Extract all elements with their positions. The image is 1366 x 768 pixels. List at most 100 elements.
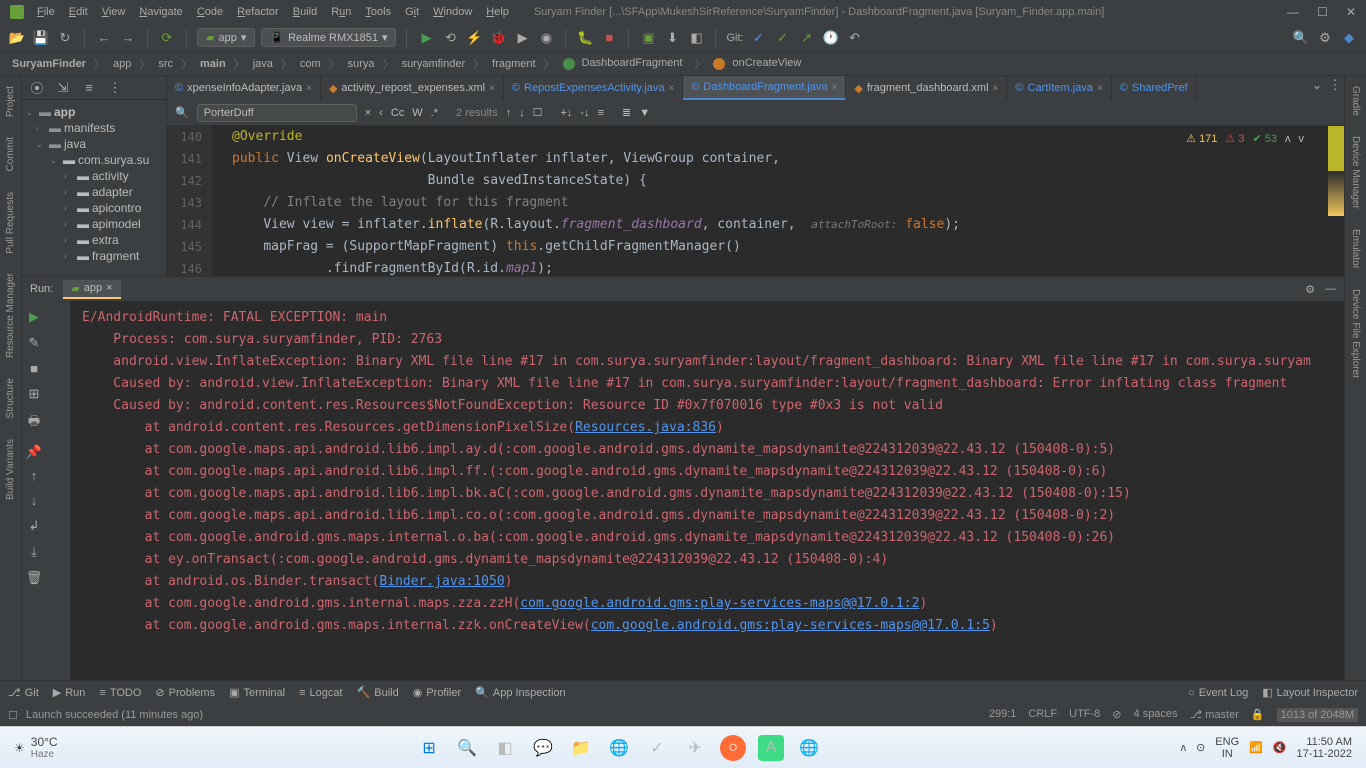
crumb[interactable]: surya (344, 58, 379, 70)
build-tab[interactable]: 🔨 Build (357, 686, 399, 699)
emulator-tool[interactable]: Emulator (1350, 229, 1361, 269)
tree-item[interactable]: ›▬ fragment (22, 248, 166, 264)
tree-item[interactable]: ⌄▬ java (22, 136, 166, 152)
git-push-icon[interactable]: ↗ (798, 29, 816, 47)
avd-icon[interactable]: ▣ (639, 29, 657, 47)
open-icon[interactable]: 📂 (8, 29, 26, 47)
todo-tab[interactable]: ≡ TODO (99, 687, 141, 699)
crumb[interactable]: app (109, 58, 135, 70)
tab[interactable]: ©xpenseInfoAdapter.java× (167, 76, 321, 100)
code-text[interactable]: @Override public View onCreateView(Layou… (212, 126, 1328, 276)
expand-icon[interactable]: ⇲ (54, 79, 72, 97)
maximize-button[interactable]: ☐ (1317, 5, 1328, 19)
volume-icon[interactable]: 🔇 (1273, 741, 1287, 754)
filter2-icon[interactable]: ≣ (622, 106, 631, 119)
git-tab[interactable]: ⎇ Git (8, 686, 39, 699)
print-icon[interactable]: 🖶 (28, 412, 40, 434)
crumb[interactable]: java (249, 58, 277, 70)
lock-icon[interactable]: 🔒 (1251, 708, 1265, 722)
chevron-down-icon[interactable]: v (1299, 133, 1305, 145)
layout-icon[interactable]: ⊞ (29, 386, 40, 402)
collapse-icon[interactable]: ≡ (80, 79, 98, 97)
project-tree[interactable]: ⌄▬ app ›▬ manifests ⌄▬ java ⌄▬ com.surya… (22, 100, 166, 268)
whatsnew-icon[interactable]: ◆ (1340, 29, 1358, 47)
device-selector[interactable]: 📱 Realme RMX1851 ▾ (261, 28, 396, 47)
close-button[interactable]: ✕ (1346, 5, 1356, 19)
tree-root[interactable]: ⌄▬ app (22, 104, 166, 120)
pin-icon[interactable]: 📌 (26, 444, 42, 460)
commit-tool[interactable]: Commit (5, 137, 16, 171)
sync-icon[interactable]: ↻ (56, 29, 74, 47)
up-icon[interactable]: ↑ (31, 468, 38, 483)
attach-icon[interactable]: ✎ (29, 335, 40, 351)
tabs-dropdown-icon[interactable]: ⌄ (1308, 76, 1326, 94)
crumb[interactable]: DashboardFragment (559, 57, 691, 69)
select-all-icon[interactable]: ☐ (533, 106, 543, 119)
chevron-up-icon[interactable]: ʌ (1285, 133, 1291, 145)
resourcemanager-tool[interactable]: Resource Manager (5, 273, 16, 358)
run-tab-btn[interactable]: ▶ Run (53, 686, 86, 699)
tree-item[interactable]: ⌄▬ com.surya.su (22, 152, 166, 168)
pullrequests-tool[interactable]: Pull Requests (5, 192, 16, 254)
tab[interactable]: ◆activity_repost_expenses.xml× (321, 76, 504, 100)
down-icon[interactable]: ↓ (31, 493, 38, 508)
close-icon[interactable]: × (306, 83, 312, 94)
tree-item[interactable]: ›▬ adapter (22, 184, 166, 200)
run-button[interactable]: ▶ (417, 29, 435, 47)
weather-widget[interactable]: ☀ 30°C Haze (14, 735, 58, 760)
layoutinspector-tab[interactable]: ◧ Layout Inspector (1262, 686, 1358, 699)
system-tray[interactable]: ʌ ⊙ ENG IN 📶 🔇 11:50 AM 17-11-2022 (1181, 736, 1352, 760)
git-history-icon[interactable]: 🕐 (822, 29, 840, 47)
terminal-tab[interactable]: ▣ Terminal (229, 686, 285, 699)
telegram-icon[interactable]: ✈ (682, 735, 708, 761)
settings-icon[interactable]: ⚙ (1305, 283, 1315, 296)
tree-item[interactable]: ›▬ apimodel (22, 216, 166, 232)
back-icon[interactable]: ← (95, 29, 113, 47)
menu-file[interactable]: File (32, 4, 60, 20)
date[interactable]: 17-11-2022 (1297, 748, 1352, 760)
close-icon[interactable]: × (1097, 83, 1103, 94)
code-area[interactable]: ⚠ 171 ⚠ 3 ✔ 53 ʌ v 140 141 142 143 144 1… (167, 126, 1344, 276)
clear-icon[interactable]: × (365, 107, 371, 119)
close-icon[interactable]: × (832, 82, 838, 93)
tab-active[interactable]: ©DashboardFragment.java× (683, 76, 846, 100)
crumb[interactable]: suryamfinder (398, 58, 470, 70)
tab[interactable]: ©RepostExpensesActivity.java× (504, 76, 683, 100)
tray-chevron-icon[interactable]: ʌ (1181, 742, 1187, 754)
search-input[interactable] (197, 104, 357, 122)
androidstudio-icon[interactable]: A (758, 735, 784, 761)
taskview-icon[interactable]: ◧ (492, 735, 518, 761)
status-icon[interactable]: ☐ (8, 709, 18, 722)
stop2-icon[interactable]: ■ (30, 361, 38, 376)
add-selection-icon[interactable]: +↓ (560, 107, 572, 119)
settings-icon[interactable]: ⚙ (1316, 29, 1334, 47)
tab[interactable]: ◆fragment_dashboard.xml× (846, 76, 1007, 100)
tab[interactable]: ©SharedPref (1112, 76, 1197, 100)
regex-toggle[interactable]: .* (431, 107, 438, 119)
sdk-icon[interactable]: ⬇ (663, 29, 681, 47)
apply-changes-icon[interactable]: ⟲ (441, 29, 459, 47)
buildvariants-tool[interactable]: Build Variants (5, 439, 16, 500)
filter-icon[interactable]: ▼ (639, 107, 650, 119)
search-icon[interactable]: 🔍 (1292, 29, 1310, 47)
crumb[interactable]: src (154, 58, 177, 70)
tray-app-icon[interactable]: ⊙ (1196, 741, 1205, 754)
crumb[interactable]: com (296, 58, 325, 70)
tree-item[interactable]: ›▬ activity (22, 168, 166, 184)
menu-build[interactable]: Build (288, 4, 322, 20)
close-icon[interactable]: × (489, 83, 495, 94)
menu-window[interactable]: Window (428, 4, 477, 20)
menu-view[interactable]: View (97, 4, 131, 20)
eventlog-tab[interactable]: ○ Event Log (1188, 686, 1248, 699)
debug-icon[interactable]: 🐞 (489, 29, 507, 47)
menu-edit[interactable]: Edit (64, 4, 93, 20)
menu-run[interactable]: Run (326, 4, 356, 20)
case-toggle[interactable]: Cc (391, 107, 404, 119)
file-access[interactable]: ⊘ (1112, 708, 1121, 722)
clear-icon[interactable]: 🗑 (26, 570, 43, 586)
menu-tools[interactable]: Tools (360, 4, 396, 20)
line-ending[interactable]: CRLF (1028, 708, 1057, 722)
crumb[interactable]: onCreateView (709, 57, 809, 69)
start-button[interactable]: ⊞ (416, 735, 442, 761)
crumb[interactable]: SuryamFinder (8, 58, 90, 70)
